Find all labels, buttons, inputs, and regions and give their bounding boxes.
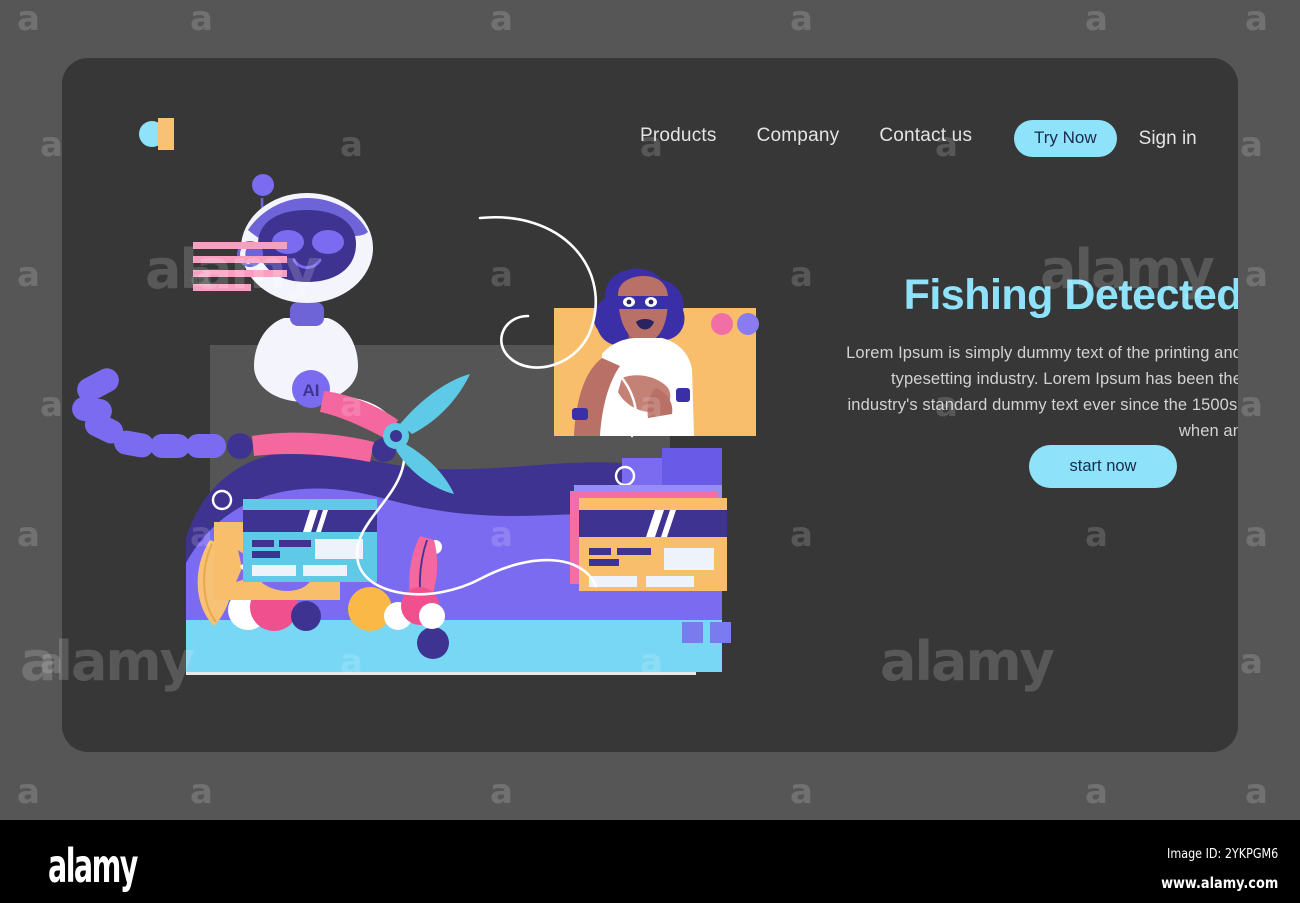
alamy-footer-bar: alamy Image ID: 2YKPGM6 www.alamy.com — [0, 820, 1300, 903]
footer-image-id: Image ID: 2YKPGM6 — [1166, 847, 1278, 862]
svg-text:AI: AI — [303, 381, 320, 400]
hero-text-block: Fishing Detected Lorem Ipsum is simply d… — [822, 271, 1238, 444]
hero-description: Lorem Ipsum is simply dummy text of the … — [846, 344, 1238, 441]
nav-actions: Try Now Sign in — [1014, 120, 1197, 157]
footer-url: www.alamy.com — [1160, 874, 1278, 892]
footer-alamy-logo: alamy — [48, 839, 138, 893]
nav-link-products[interactable]: Products — [640, 125, 717, 147]
try-now-button[interactable]: Try Now — [1014, 120, 1117, 157]
purple-square-b — [710, 622, 731, 643]
pink-lines-decoration — [193, 242, 287, 291]
page-background: AI Products Company Contact us Try Now S… — [0, 0, 1300, 820]
nav-link-company[interactable]: Company — [757, 125, 840, 147]
top-navigation: Products Company Contact us Try Now Sign… — [62, 58, 1238, 178]
landing-page-card: AI Products Company Contact us Try Now S… — [62, 58, 1238, 752]
footer-meta: Image ID: 2YKPGM6 www.alamy.com — [1142, 842, 1278, 898]
nav-links: Products Company Contact us — [640, 125, 972, 147]
start-now-button[interactable]: start now — [1029, 445, 1177, 488]
purple-square-a — [682, 622, 703, 643]
nav-link-contact-us[interactable]: Contact us — [879, 125, 972, 147]
brand-logo-icon[interactable] — [139, 118, 183, 150]
sign-in-link[interactable]: Sign in — [1139, 128, 1197, 150]
logo-rect-shape — [158, 118, 174, 150]
page-title: Fishing Detected — [903, 271, 1238, 319]
